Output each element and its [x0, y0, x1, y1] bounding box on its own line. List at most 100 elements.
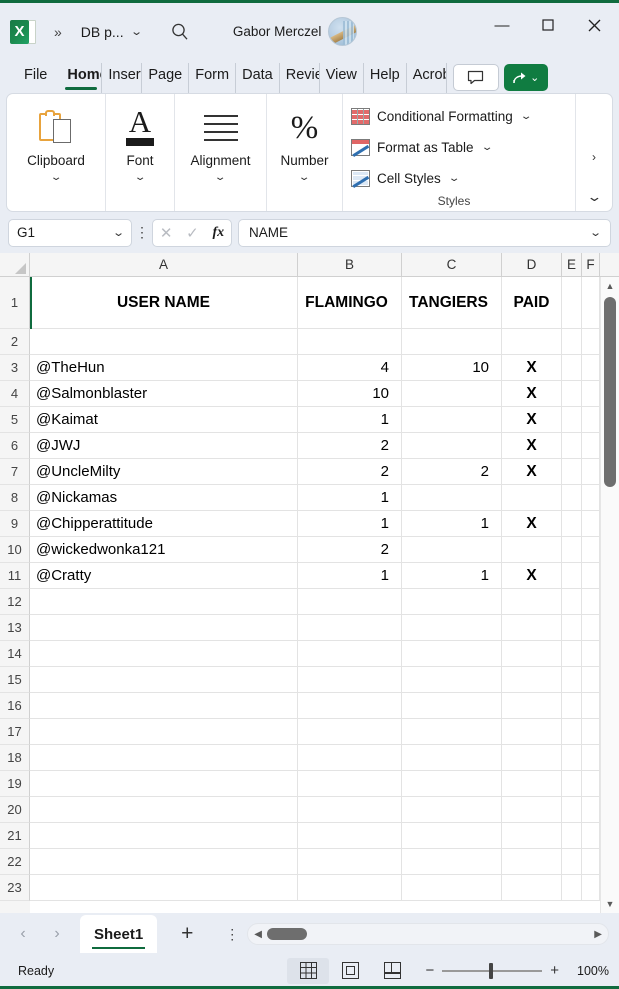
- cell-e[interactable]: [562, 693, 582, 718]
- row-header[interactable]: 19: [0, 771, 30, 797]
- cell-b[interactable]: 2: [298, 433, 402, 458]
- zoom-slider-handle[interactable]: [489, 962, 494, 979]
- tab-help[interactable]: Help: [364, 63, 407, 93]
- cell-a[interactable]: [30, 693, 298, 718]
- cell-f[interactable]: [582, 745, 600, 770]
- cell-c[interactable]: 10: [402, 355, 502, 380]
- close-button[interactable]: [571, 3, 617, 47]
- cell-f[interactable]: [582, 693, 600, 718]
- cell-f[interactable]: [582, 875, 600, 900]
- cell-f[interactable]: [582, 641, 600, 666]
- zoom-level[interactable]: 100%: [567, 964, 609, 978]
- previous-sheet-button[interactable]: ‹: [6, 925, 40, 943]
- font-chevron-down-icon[interactable]: ⌄: [134, 172, 147, 183]
- cancel-icon[interactable]: ✕: [160, 224, 173, 242]
- cell-e[interactable]: [562, 797, 582, 822]
- column-header-f[interactable]: F: [582, 253, 600, 276]
- tab-acrobat[interactable]: Acrob: [407, 63, 447, 93]
- cell-b[interactable]: 4: [298, 355, 402, 380]
- cell-b[interactable]: [298, 823, 402, 848]
- cell-b[interactable]: FLAMINGO: [298, 277, 402, 328]
- row-header[interactable]: 16: [0, 693, 30, 719]
- cell-d[interactable]: [502, 771, 562, 796]
- cell-a[interactable]: @wickedwonka121: [30, 537, 298, 562]
- tab-file[interactable]: File: [18, 63, 61, 93]
- cell-c[interactable]: [402, 875, 502, 900]
- page-layout-view-button[interactable]: [329, 958, 371, 984]
- cell-c[interactable]: [402, 693, 502, 718]
- tab-formulas[interactable]: Form: [189, 63, 237, 93]
- cell-b[interactable]: 1: [298, 511, 402, 536]
- cell-c[interactable]: [402, 823, 502, 848]
- cell-a[interactable]: [30, 719, 298, 744]
- cell-c[interactable]: [402, 615, 502, 640]
- cell-b[interactable]: [298, 329, 402, 354]
- cell-e[interactable]: [562, 511, 582, 536]
- share-button[interactable]: ⌄: [503, 64, 548, 91]
- cell-f[interactable]: [582, 667, 600, 692]
- cell-f[interactable]: [582, 849, 600, 874]
- tab-home[interactable]: Home: [61, 63, 103, 93]
- row-header[interactable]: 23: [0, 875, 30, 901]
- cell-a[interactable]: [30, 849, 298, 874]
- cell-d[interactable]: PAID: [502, 277, 562, 328]
- cell-b[interactable]: 1: [298, 407, 402, 432]
- scroll-down-button[interactable]: ▼: [606, 895, 615, 913]
- cell-d[interactable]: [502, 875, 562, 900]
- conditional-formatting-chevron-down-icon[interactable]: ⌄: [520, 111, 533, 122]
- cell-c[interactable]: [402, 407, 502, 432]
- cell-e[interactable]: [562, 719, 582, 744]
- add-sheet-button[interactable]: +: [157, 922, 217, 946]
- cell-e[interactable]: [562, 641, 582, 666]
- scroll-right-button[interactable]: ▶: [594, 929, 602, 940]
- cell-f[interactable]: [582, 615, 600, 640]
- cell-c[interactable]: [402, 433, 502, 458]
- cell-d[interactable]: [502, 537, 562, 562]
- formula-bar-options-button[interactable]: ⋮: [132, 224, 152, 241]
- alignment-chevron-down-icon[interactable]: ⌄: [214, 172, 227, 183]
- cell-a[interactable]: [30, 329, 298, 354]
- column-header-d[interactable]: D: [502, 253, 562, 276]
- scroll-left-button[interactable]: ◀: [254, 929, 262, 940]
- row-header[interactable]: 20: [0, 797, 30, 823]
- cell-e[interactable]: [562, 433, 582, 458]
- cell-f[interactable]: [582, 381, 600, 406]
- cell-a[interactable]: [30, 745, 298, 770]
- row-header[interactable]: 22: [0, 849, 30, 875]
- cell-f[interactable]: [582, 433, 600, 458]
- tab-view[interactable]: View: [320, 63, 364, 93]
- cell-f[interactable]: [582, 589, 600, 614]
- normal-view-button[interactable]: [287, 957, 330, 984]
- cell-e[interactable]: [562, 563, 582, 588]
- cell-a[interactable]: [30, 797, 298, 822]
- row-header[interactable]: 14: [0, 641, 30, 667]
- tab-review[interactable]: Revie: [280, 63, 320, 93]
- cell-d[interactable]: [502, 849, 562, 874]
- select-all-button[interactable]: [0, 253, 30, 276]
- cell-d[interactable]: [502, 719, 562, 744]
- vertical-scrollbar[interactable]: ▲ ▼: [600, 277, 619, 913]
- cell-e[interactable]: [562, 277, 582, 328]
- cell-e[interactable]: [562, 667, 582, 692]
- row-header[interactable]: 10: [0, 537, 30, 563]
- format-as-table-chevron-down-icon[interactable]: ⌄: [480, 142, 493, 153]
- cell-f[interactable]: [582, 355, 600, 380]
- cell-c[interactable]: [402, 381, 502, 406]
- cell-b[interactable]: [298, 693, 402, 718]
- cell-d[interactable]: [502, 615, 562, 640]
- cell-f[interactable]: [582, 823, 600, 848]
- cell-d[interactable]: X: [502, 563, 562, 588]
- cell-a[interactable]: @Kaimat: [30, 407, 298, 432]
- cell-f[interactable]: [582, 771, 600, 796]
- cell-a[interactable]: @TheHun: [30, 355, 298, 380]
- ribbon-group-number[interactable]: % Number ⌄: [267, 94, 343, 211]
- cell-d[interactable]: X: [502, 459, 562, 484]
- row-header[interactable]: 18: [0, 745, 30, 771]
- cell-a[interactable]: [30, 641, 298, 666]
- tab-insert[interactable]: Insert: [102, 63, 143, 93]
- cell-b[interactable]: [298, 667, 402, 692]
- cell-c[interactable]: [402, 745, 502, 770]
- cell-a[interactable]: [30, 615, 298, 640]
- row-header[interactable]: 9: [0, 511, 30, 537]
- zoom-in-button[interactable]: +: [550, 962, 559, 979]
